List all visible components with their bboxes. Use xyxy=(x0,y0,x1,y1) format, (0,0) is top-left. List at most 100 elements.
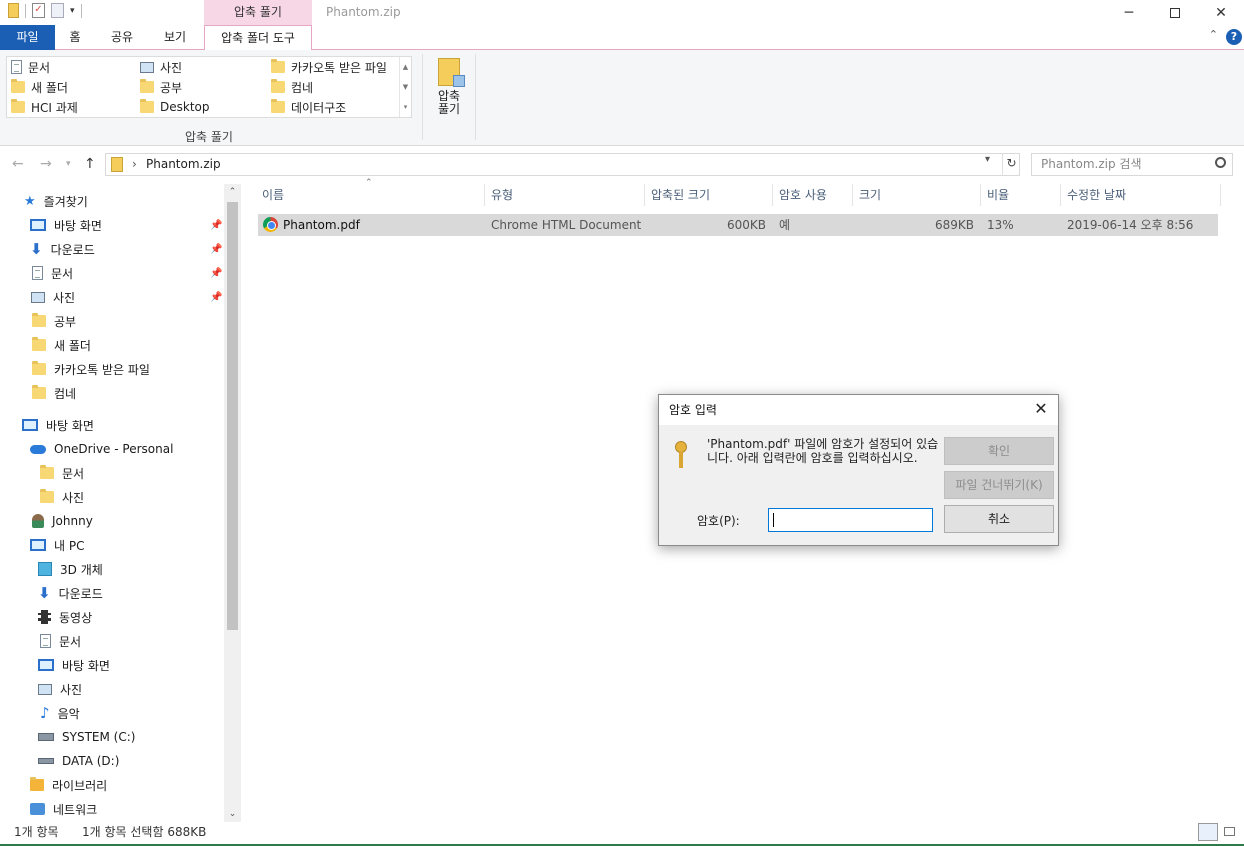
maximize-button[interactable] xyxy=(1152,0,1198,25)
nav-item-drive-c[interactable]: SYSTEM (C:) xyxy=(38,726,135,748)
gallery-item[interactable]: Desktop xyxy=(140,98,210,116)
scroll-down-icon[interactable]: ⌄ xyxy=(224,806,241,822)
gallery-item[interactable]: 카카오톡 받은 파일 xyxy=(271,58,387,76)
gallery-item-label: HCI 과제 xyxy=(31,100,78,115)
column-header-encrypted[interactable]: 암호 사용 xyxy=(779,184,827,206)
nav-item-pictures[interactable]: 사진 xyxy=(31,286,75,308)
nav-item-downloads[interactable]: ⬇ 다운로드 xyxy=(30,238,95,260)
nav-item-folder[interactable]: 사진 xyxy=(40,486,84,508)
details-view-icon[interactable] xyxy=(1198,823,1218,841)
nav-network[interactable]: 네트워크 xyxy=(30,798,97,820)
navigation-pane: ★ 즐겨찾기 바탕 화면 📌 ⬇ 다운로드 📌 문서 📌 사진 📌 공부 새 폴더 … xyxy=(0,184,242,822)
zip-folder-icon xyxy=(111,157,123,172)
refresh-icon[interactable]: ↻ xyxy=(1002,153,1020,176)
tab-home[interactable]: 홈 xyxy=(62,25,88,50)
column-header-name[interactable]: 이름 xyxy=(262,184,284,206)
column-divider[interactable] xyxy=(1220,184,1221,206)
nav-item-folder[interactable]: 공부 xyxy=(32,310,76,332)
column-divider[interactable] xyxy=(852,184,853,206)
scroll-up-icon[interactable]: ▲ xyxy=(400,57,411,77)
nav-item-drive-d[interactable]: DATA (D:) xyxy=(38,750,119,772)
forward-arrow-icon[interactable]: → xyxy=(40,156,52,172)
pin-icon[interactable]: 📌 xyxy=(210,244,222,255)
nav-item-pictures[interactable]: 사진 xyxy=(38,678,82,700)
nav-item-folder[interactable]: 컴네 xyxy=(32,382,76,404)
file-name[interactable]: Phantom.pdf xyxy=(283,214,360,236)
nav-item-folder[interactable]: 새 폴더 xyxy=(32,334,91,356)
minimize-button[interactable]: ─ xyxy=(1106,0,1152,25)
customize-toolbar-icon[interactable]: ▾ xyxy=(70,6,75,16)
column-divider[interactable] xyxy=(644,184,645,206)
column-header-size[interactable]: 크기 xyxy=(859,184,881,206)
nav-this-pc[interactable]: 내 PC xyxy=(30,534,84,556)
nav-scrollbar[interactable]: ⌃ ⌄ xyxy=(224,184,241,822)
column-divider[interactable] xyxy=(484,184,485,206)
scroll-up-icon[interactable]: ⌃ xyxy=(224,184,241,200)
gallery-item[interactable]: 컴네 xyxy=(271,78,313,96)
nav-item-documents[interactable]: 문서 xyxy=(32,262,73,284)
properties-icon[interactable]: ✓ xyxy=(32,3,45,18)
cancel-button[interactable]: 취소 xyxy=(944,505,1054,533)
gallery-item[interactable]: HCI 과제 xyxy=(11,98,78,116)
breadcrumb-item[interactable]: Phantom.zip xyxy=(146,154,221,175)
gallery-expand-icon[interactable]: ▾ xyxy=(400,97,411,117)
ok-button[interactable]: 확인 xyxy=(944,437,1054,465)
address-bar[interactable]: › Phantom.zip xyxy=(105,153,1020,176)
large-icons-view-icon[interactable] xyxy=(1220,823,1240,841)
nav-quick-access[interactable]: ★ 즐겨찾기 xyxy=(24,190,88,212)
back-arrow-icon[interactable]: ← xyxy=(12,156,24,172)
file-type: Chrome HTML Document xyxy=(491,218,642,232)
gallery-item[interactable]: 사진 xyxy=(140,58,182,76)
nav-item-documents[interactable]: 문서 xyxy=(40,630,81,652)
nav-item-3d-objects[interactable]: 3D 개체 xyxy=(38,558,103,580)
collapse-ribbon-icon[interactable]: ⌃ xyxy=(1209,28,1218,41)
nav-desktop[interactable]: 바탕 화면 xyxy=(22,414,94,436)
gallery-scrollbar[interactable]: ▲ ▼ ▾ xyxy=(399,57,411,117)
scroll-down-icon[interactable]: ▼ xyxy=(400,77,411,97)
breadcrumb-separator-icon[interactable]: › xyxy=(132,154,137,175)
nav-item-desktop[interactable]: 바탕 화면 xyxy=(38,654,110,676)
gallery-item[interactable]: 공부 xyxy=(140,78,182,96)
help-icon[interactable]: ? xyxy=(1226,29,1242,45)
nav-item-folder[interactable]: 카카오톡 받은 파일 xyxy=(32,358,150,380)
dialog-close-icon[interactable]: ✕ xyxy=(1032,399,1050,419)
column-header-modified[interactable]: 수정한 날짜 xyxy=(1067,184,1126,206)
column-divider[interactable] xyxy=(772,184,773,206)
up-arrow-icon[interactable]: ↑ xyxy=(84,156,96,172)
pin-icon[interactable]: 📌 xyxy=(210,268,222,279)
nav-onedrive[interactable]: OneDrive - Personal xyxy=(30,438,173,460)
column-header-packed-size[interactable]: 압축된 크기 xyxy=(651,184,710,206)
file-ratio: 13% xyxy=(987,218,1014,232)
pictures-icon xyxy=(140,61,154,73)
gallery-item[interactable]: 새 폴더 xyxy=(11,78,68,96)
column-divider[interactable] xyxy=(1060,184,1061,206)
column-header-type[interactable]: 유형 xyxy=(491,184,513,206)
pin-icon[interactable]: 📌 xyxy=(210,220,222,231)
tab-compressed-folder-tools[interactable]: 압축 폴더 도구 xyxy=(204,25,312,51)
gallery-item[interactable]: 데이터구조 xyxy=(271,98,346,116)
close-button[interactable]: ✕ xyxy=(1198,0,1244,25)
folder-icon xyxy=(32,337,46,351)
search-input[interactable]: Phantom.zip 검색 xyxy=(1031,153,1233,176)
nav-item-desktop[interactable]: 바탕 화면 xyxy=(30,214,102,236)
pin-icon[interactable]: 📌 xyxy=(210,292,222,303)
password-input[interactable] xyxy=(768,508,933,532)
gallery-item[interactable]: 문서 xyxy=(11,58,50,76)
extract-all-button[interactable]: 압축 풀기 xyxy=(430,58,468,116)
tab-share[interactable]: 공유 xyxy=(104,25,140,50)
nav-item-music[interactable]: ♪ 음악 xyxy=(40,702,80,724)
nav-user[interactable]: Johnny xyxy=(32,510,93,532)
tab-view[interactable]: 보기 xyxy=(157,25,193,50)
nav-item-downloads[interactable]: ⬇ 다운로드 xyxy=(38,582,103,604)
nav-item-videos[interactable]: 동영상 xyxy=(38,606,92,628)
nav-item-folder[interactable]: 문서 xyxy=(40,462,84,484)
recent-locations-icon[interactable]: ▾ xyxy=(66,159,71,169)
new-folder-icon[interactable] xyxy=(51,3,64,18)
column-header-ratio[interactable]: 비율 xyxy=(987,184,1009,206)
address-dropdown-icon[interactable]: ▾ xyxy=(985,154,990,165)
tab-file[interactable]: 파일 xyxy=(0,25,55,50)
scrollbar-thumb[interactable] xyxy=(227,202,238,630)
skip-file-button[interactable]: 파일 건너뛰기(K) xyxy=(944,471,1054,499)
column-divider[interactable] xyxy=(980,184,981,206)
nav-libraries[interactable]: 라이브러리 xyxy=(30,774,107,796)
